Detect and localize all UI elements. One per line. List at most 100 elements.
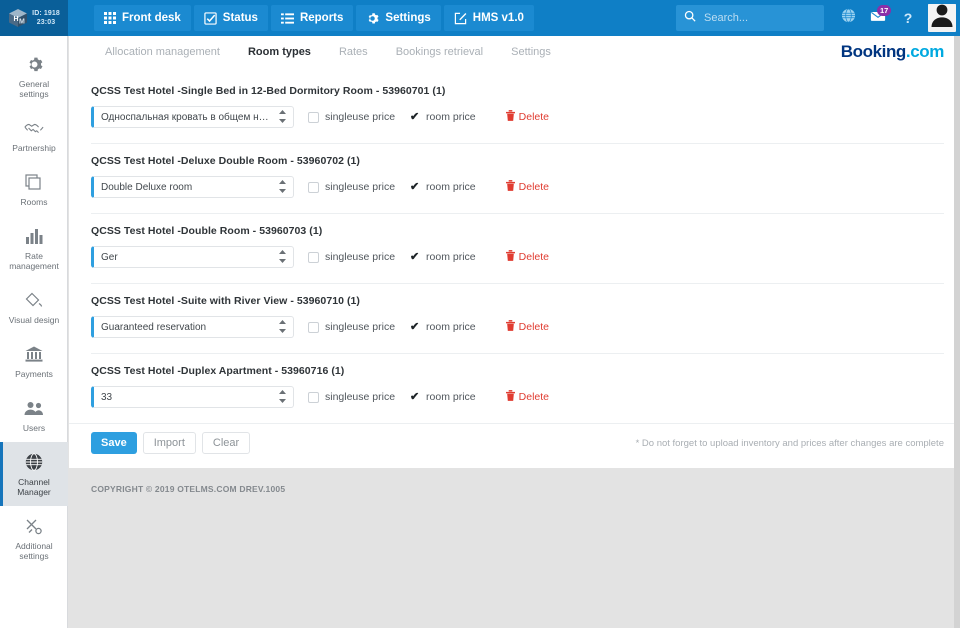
sidebar-item-rate-management[interactable]: Rate management	[0, 216, 68, 280]
search-box[interactable]	[676, 5, 824, 31]
delete-button[interactable]: Delete	[505, 180, 549, 194]
nav-front-desk-label: Front desk	[122, 12, 181, 24]
table-row: QCSS Test Hotel -Duplex Apartment - 5396…	[91, 353, 944, 423]
language-globe-button[interactable]	[834, 0, 862, 36]
page-scrollbar[interactable]	[954, 36, 960, 628]
question-mark-icon: ?	[903, 10, 913, 26]
messages-button[interactable]: 17	[864, 0, 892, 36]
singleuse-price-label: singleuse price	[325, 111, 396, 123]
sidebar-item-label: Visual design	[8, 315, 60, 325]
room-price-checkbox[interactable]: ✔ room price	[409, 111, 476, 123]
mapping-select[interactable]: Double Deluxe room	[91, 176, 294, 198]
nav-settings[interactable]: Settings	[356, 5, 441, 31]
room-price-checkbox[interactable]: ✔ room price	[409, 251, 476, 263]
sidebar-item-general-settings[interactable]: General settings	[0, 44, 68, 108]
chevron-updown-icon	[279, 390, 286, 403]
nav-settings-label: Settings	[385, 12, 431, 24]
brand-id-line: ID: 1918	[32, 10, 60, 17]
room-type-title: QCSS Test Hotel -Single Bed in 12-Bed Do…	[91, 85, 446, 97]
tab-settings[interactable]: Settings	[497, 46, 565, 58]
brand-logo-block[interactable]: H M ID: 1918 23:03	[0, 0, 68, 36]
avatar[interactable]	[928, 4, 956, 32]
grid-icon	[104, 12, 116, 24]
brand-time-line: 23:03	[36, 19, 56, 26]
save-button[interactable]: Save	[91, 432, 137, 454]
checkbox-box	[308, 181, 319, 193]
delete-button[interactable]: Delete	[505, 390, 550, 404]
sidebar-item-payments[interactable]: Payments	[0, 334, 68, 388]
gear-icon	[26, 54, 43, 74]
room-type-title: QCSS Test Hotel -Deluxe Double Room - 53…	[91, 155, 360, 167]
delete-button[interactable]: Delete	[505, 250, 550, 264]
mapping-select[interactable]: Ger	[91, 246, 294, 268]
singleuse-price-checkbox[interactable]: singleuse price	[308, 111, 395, 123]
rooms-stack-icon	[25, 172, 43, 192]
handshake-icon	[24, 118, 44, 138]
globe-icon	[841, 8, 856, 28]
help-button[interactable]: ?	[894, 0, 922, 36]
mapping-select[interactable]: 33	[91, 386, 294, 408]
nav-status[interactable]: Status	[193, 5, 268, 31]
import-button[interactable]: Import	[142, 432, 196, 454]
delete-label: Delete	[518, 251, 550, 263]
singleuse-price-checkbox[interactable]: singleuse price	[308, 321, 395, 333]
top-bar-right: 17 ?	[676, 0, 960, 36]
tab-rates[interactable]: Rates	[325, 46, 382, 58]
sidebar-item-channel-manager[interactable]: Channel Manager	[0, 442, 68, 506]
mapping-select[interactable]: Односпальная кровать в общем номере	[91, 106, 294, 128]
checkbox-box	[308, 251, 319, 263]
check-icon: ✔	[409, 110, 420, 123]
nav-hms-version[interactable]: HMS v1.0	[443, 5, 534, 31]
list-icon	[280, 12, 294, 25]
room-type-controls: Guaranteed reservation singleuse price ✔…	[91, 316, 944, 353]
trash-icon	[505, 250, 515, 264]
room-type-title: QCSS Test Hotel -Double Room - 53960703 …	[91, 225, 323, 237]
tab-room-types[interactable]: Room types	[234, 46, 325, 58]
sidebar: General settings Partnership Rooms Rate …	[0, 36, 68, 628]
sidebar-item-partnership[interactable]: Partnership	[0, 108, 68, 162]
sidebar-item-rooms[interactable]: Rooms	[0, 162, 68, 216]
sidebar-item-label: Additional settings	[15, 541, 53, 561]
table-row: QCSS Test Hotel -Double Room - 53960703 …	[91, 213, 944, 283]
tools-icon	[25, 516, 43, 536]
sidebar-item-label: Users	[22, 423, 46, 433]
nav-reports-label: Reports	[299, 12, 344, 24]
sidebar-item-visual-design[interactable]: Visual design	[0, 280, 68, 334]
delete-label: Delete	[518, 391, 550, 403]
sidebar-item-additional-settings[interactable]: Additional settings	[0, 506, 68, 570]
footer-copyright: COPYRIGHT © 2019 OTELMS.COM DREV.1005	[91, 484, 286, 494]
table-row: QCSS Test Hotel -Single Bed in 12-Bed Do…	[91, 74, 944, 143]
tab-bookings-retrieval[interactable]: Bookings retrieval	[382, 46, 497, 58]
room-type-controls: Ger singleuse price ✔ room price Delete	[91, 246, 944, 283]
tab-allocation-management[interactable]: Allocation management	[91, 46, 234, 58]
singleuse-price-checkbox[interactable]: singleuse price	[308, 251, 395, 263]
logo-part-com: .com	[905, 42, 944, 61]
sidebar-item-users[interactable]: Users	[0, 388, 68, 442]
mapping-select[interactable]: Guaranteed reservation	[91, 316, 294, 338]
nav-reports[interactable]: Reports	[270, 5, 354, 31]
sidebar-item-label: Partnership	[12, 143, 56, 153]
svg-text:H: H	[14, 16, 19, 23]
room-type-title: QCSS Test Hotel -Duplex Apartment - 5396…	[91, 365, 345, 377]
delete-button[interactable]: Delete	[505, 320, 549, 334]
room-price-checkbox[interactable]: ✔ room price	[409, 181, 476, 193]
clear-button[interactable]: Clear	[201, 432, 251, 454]
nav-status-label: Status	[222, 12, 258, 24]
sidebar-item-label: Rooms	[20, 197, 48, 207]
main-content: Allocation management Room types Rates B…	[69, 36, 960, 628]
mapping-select-value: 33	[101, 391, 113, 403]
action-bar: Save Import Clear * Do not forget to upl…	[69, 423, 960, 468]
nav-front-desk[interactable]: Front desk	[94, 5, 191, 31]
mapping-select-value: Guaranteed reservation	[101, 321, 207, 333]
singleuse-price-label: singleuse price	[325, 321, 396, 333]
chevron-updown-icon	[279, 250, 286, 263]
search-input[interactable]	[702, 11, 812, 25]
singleuse-price-checkbox[interactable]: singleuse price	[308, 391, 395, 403]
singleuse-price-checkbox[interactable]: singleuse price	[308, 181, 395, 193]
room-price-label: room price	[426, 111, 476, 123]
delete-label: Delete	[518, 111, 550, 123]
room-price-checkbox[interactable]: ✔ room price	[409, 321, 476, 333]
checkbox-box: ✔	[409, 181, 421, 193]
delete-button[interactable]: Delete	[505, 110, 550, 124]
room-price-checkbox[interactable]: ✔ room price	[409, 391, 476, 403]
